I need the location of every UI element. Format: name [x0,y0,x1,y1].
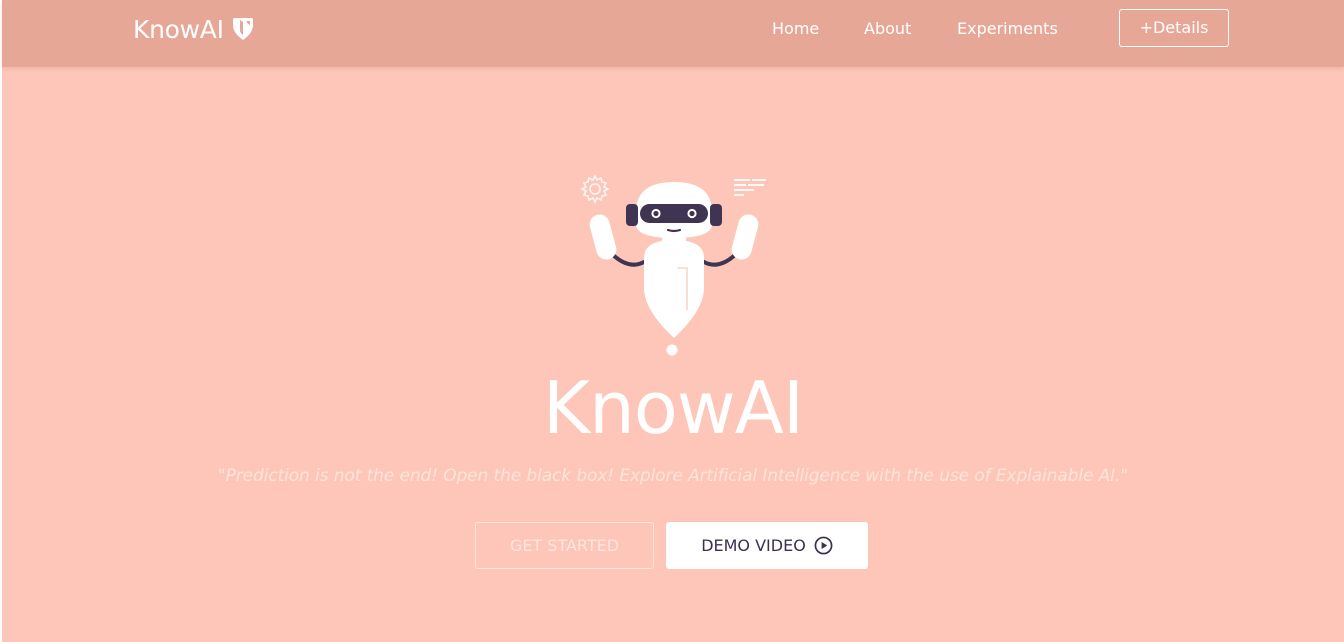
brand-link[interactable]: KnowAI [133,13,254,45]
nav-about-link[interactable]: About [864,17,911,41]
nav-experiments-link[interactable]: Experiments [957,17,1058,41]
play-circle-icon [814,536,833,555]
demo-video-label: DEMO VIDEO [701,536,806,555]
hero-quote: "Prediction is not the end! Open the bla… [217,466,1129,486]
hero-title: KnowAI [542,366,804,450]
brand-name: KnowAI [133,14,224,44]
text-lines-icon [734,179,766,196]
details-button[interactable]: +Details [1119,9,1229,47]
robot-icon [580,174,766,356]
navbar: KnowAI Home About Experiments +Details [2,0,1344,67]
demo-video-button[interactable]: DEMO VIDEO [666,522,868,569]
page: KnowAI Home About Experiments +Details K… [2,0,1344,642]
shield-icon [232,18,253,40]
robot-body [644,240,704,338]
gear-icon [580,174,610,204]
nav-home-link[interactable]: Home [772,17,819,41]
get-started-button[interactable]: GET STARTED [475,522,654,569]
robot-visor [640,204,708,223]
